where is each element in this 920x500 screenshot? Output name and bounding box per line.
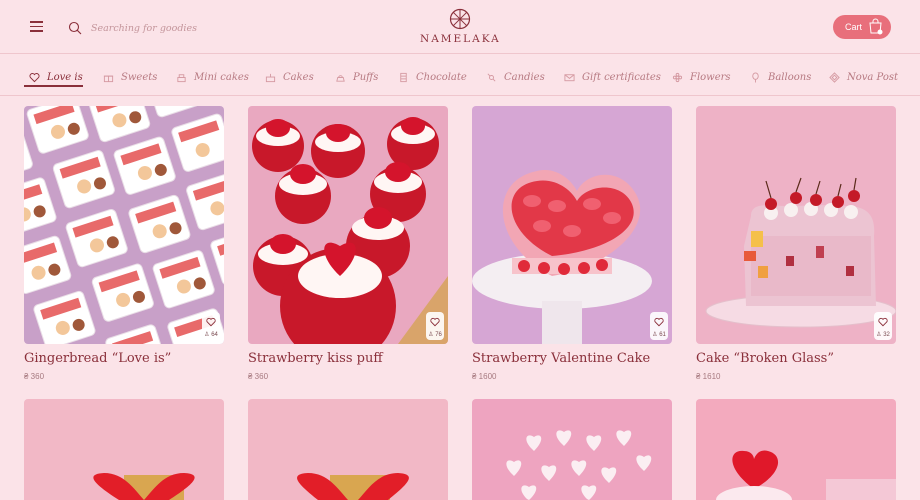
- product-image[interactable]: ♙ 64: [24, 106, 224, 344]
- cart-button[interactable]: Cart: [833, 15, 891, 39]
- nav-label: Balloons: [768, 71, 812, 83]
- cake-icon: [265, 73, 276, 82]
- favorite-button[interactable]: ♙ 32: [874, 312, 892, 340]
- like-count-value: 76: [435, 332, 442, 338]
- cart-label: Cart: [845, 22, 863, 32]
- puff-icon: [336, 74, 345, 82]
- like-count-value: 32: [883, 332, 890, 338]
- nav-item-balloons[interactable]: Balloons: [750, 68, 811, 86]
- product-title[interactable]: Strawberry Valentine Cake: [472, 351, 672, 366]
- nav-label: Cakes: [283, 71, 314, 83]
- chocolate-icon: [400, 72, 407, 82]
- nav-label: Flowers: [690, 71, 731, 83]
- user-icon: ♙: [876, 332, 882, 338]
- search-icon[interactable]: [68, 21, 82, 35]
- nav-label: Candies: [504, 71, 545, 83]
- nav-item-gift-certificates[interactable]: Gift certificates: [564, 68, 661, 86]
- nav-item-sweets[interactable]: Sweets: [103, 68, 157, 86]
- search-input[interactable]: [91, 22, 241, 34]
- like-count-value: 64: [211, 332, 218, 338]
- heart-icon: [654, 317, 664, 327]
- nav-item-candies[interactable]: Candies: [486, 68, 545, 86]
- active-tab-indicator: [24, 85, 83, 87]
- candy-icon: [487, 73, 496, 81]
- nav-label: Gift certificates: [582, 71, 661, 83]
- product-image[interactable]: [248, 399, 448, 500]
- product-image[interactable]: [472, 399, 672, 500]
- like-count-value: 61: [659, 332, 666, 338]
- nav-label: Chocolate: [416, 71, 467, 83]
- nav-label: Mini cakes: [194, 71, 249, 83]
- logo[interactable]: NAMELAKA: [420, 8, 500, 45]
- category-nav: Love is Sweets Mini cakes Cakes Puffs Ch…: [0, 54, 920, 96]
- product-image[interactable]: ♙ 76: [248, 106, 448, 344]
- nav-label: Puffs: [353, 71, 379, 83]
- nav-item-cakes[interactable]: Cakes: [265, 68, 314, 86]
- nav-item-mini-cakes[interactable]: Mini cakes: [176, 68, 249, 86]
- like-count: ♙ 32: [874, 331, 892, 339]
- heart-icon: [878, 317, 888, 327]
- nav-item-love-is[interactable]: Love is: [29, 68, 83, 86]
- user-icon: ♙: [652, 332, 658, 338]
- nav-item-nova-post[interactable]: Nova Post: [829, 68, 898, 86]
- product-card[interactable]: ♙ 61 Strawberry Valentine Cake ₴ 1600: [472, 106, 672, 381]
- nav-label: Sweets: [121, 71, 158, 83]
- mini-cake-icon: [177, 73, 186, 82]
- heart-icon: [206, 317, 216, 327]
- search-bar[interactable]: [68, 18, 241, 38]
- like-count: ♙ 61: [650, 331, 668, 339]
- menu-icon[interactable]: [30, 21, 43, 32]
- like-count: ♙ 76: [426, 331, 444, 339]
- nav-label: Nova Post: [847, 71, 899, 83]
- gift-box-icon: [103, 75, 114, 82]
- shopping-bag-icon: [869, 18, 883, 35]
- product-card[interactable]: ♙ 64 Gingerbread “Love is” ₴ 360: [24, 106, 224, 381]
- product-title[interactable]: Cake “Broken Glass”: [696, 351, 896, 366]
- favorite-button[interactable]: ♙ 64: [202, 312, 220, 340]
- user-icon: ♙: [428, 332, 434, 338]
- balloon-icon: [752, 71, 759, 83]
- product-title[interactable]: Strawberry kiss puff: [248, 351, 448, 366]
- logo-text: NAMELAKA: [420, 33, 501, 45]
- product-image[interactable]: ♙ 32: [696, 106, 896, 344]
- logo-icon: [449, 8, 471, 30]
- product-card[interactable]: ♙ 32 Cake “Broken Glass” ₴ 1610: [696, 106, 896, 381]
- flower-icon: [672, 72, 683, 82]
- product-price: ₴ 360: [24, 372, 45, 381]
- product-image[interactable]: [696, 399, 896, 500]
- nav-item-puffs[interactable]: Puffs: [335, 68, 378, 86]
- product-title[interactable]: Gingerbread “Love is”: [24, 351, 224, 366]
- header: NAMELAKA Cart: [0, 0, 920, 54]
- favorite-button[interactable]: ♙ 61: [650, 312, 668, 340]
- favorite-button[interactable]: ♙ 76: [426, 312, 444, 340]
- product-card[interactable]: ♙ 76 Strawberry kiss puff ₴ 360: [248, 106, 448, 381]
- heart-icon: [29, 72, 40, 82]
- nav-item-chocolate[interactable]: Chocolate: [398, 68, 467, 86]
- product-image[interactable]: ♙ 61: [472, 106, 672, 344]
- nav-item-flowers[interactable]: Flowers: [672, 68, 731, 86]
- product-price: ₴ 360: [248, 372, 269, 381]
- product-price: ₴ 1600: [472, 372, 497, 381]
- product-price: ₴ 1610: [696, 372, 721, 381]
- nav-label: Love is: [47, 71, 83, 83]
- certificate-icon: [564, 73, 575, 81]
- like-count: ♙ 64: [202, 331, 220, 339]
- heart-icon: [430, 317, 440, 327]
- user-icon: ♙: [204, 332, 210, 338]
- product-image[interactable]: [24, 399, 224, 500]
- nova-post-icon: [829, 71, 840, 83]
